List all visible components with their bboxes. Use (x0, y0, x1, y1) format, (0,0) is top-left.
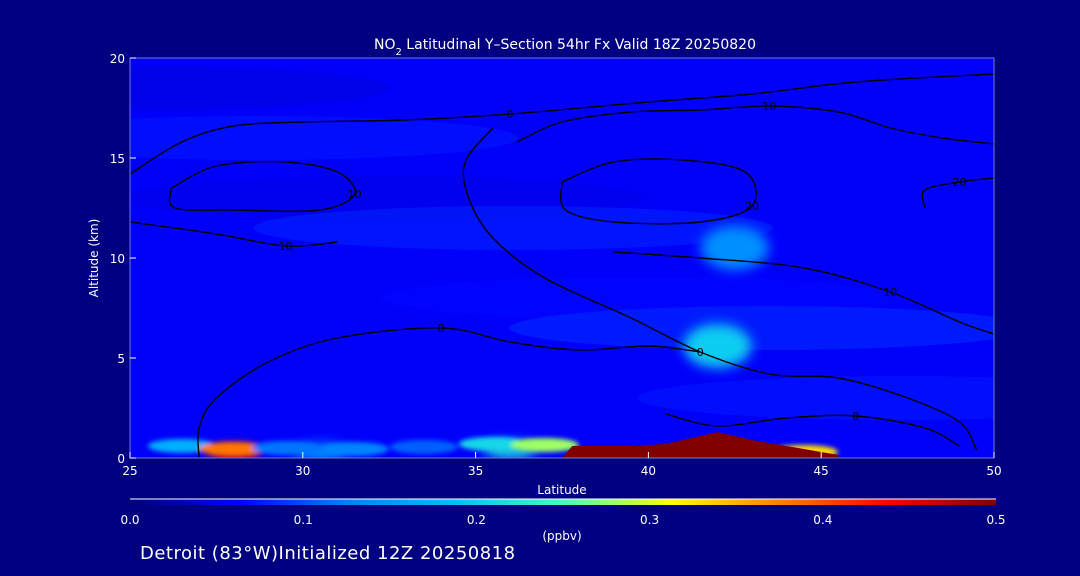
texture-band (509, 306, 994, 350)
chart-title: NO2 Latitudinal Y–Section 54hr Fx Valid … (374, 37, 756, 58)
plot-field: 0 0 0 0 10 10 10 10 20 20 (130, 58, 994, 458)
colorbar-ticks: 0.0 0.1 0.2 0.3 0.4 0.5 (120, 513, 1005, 527)
contour-label: 10 (279, 240, 293, 253)
surface-enhancement (251, 441, 320, 455)
colorbar-tick-label: 0.1 (294, 513, 313, 527)
surface-enhancement (320, 442, 389, 456)
x-tick-label: 45 (814, 464, 829, 478)
x-tick-label: 40 (641, 464, 656, 478)
texture-band (130, 116, 518, 160)
contour-label: 10 (762, 100, 776, 113)
colorbar-tick-label: 0.0 (120, 513, 139, 527)
colorbar-tick-label: 0.2 (467, 513, 486, 527)
colorbar-tick-label: 0.3 (640, 513, 659, 527)
x-tick-label: 25 (122, 464, 137, 478)
y-tick-label: 0 (117, 452, 125, 466)
contour-label: 10 (883, 286, 897, 299)
x-axis-label: Latitude (537, 483, 586, 497)
footer-run-info: Detroit (83°W)Initialized 12Z 20250818 (140, 543, 516, 564)
y-tick-label: 5 (117, 352, 125, 366)
colorbar-tick-label: 0.4 (813, 513, 832, 527)
y-axis-label: Altitude (km) (87, 219, 101, 298)
surface-enhancement (510, 438, 579, 452)
colorbar-tick-label: 0.5 (986, 513, 1005, 527)
contour-label: 0 (507, 108, 514, 121)
colorbar (130, 499, 996, 505)
texture-band (253, 206, 774, 250)
contour-label: 10 (348, 188, 362, 201)
x-tick-label: 35 (468, 464, 483, 478)
y-tick-label: 20 (110, 52, 125, 66)
surface-enhancement (389, 440, 458, 454)
contour-label: 20 (952, 176, 966, 189)
contour-label: 0 (438, 322, 445, 335)
colorbar-label: (ppbv) (542, 529, 581, 543)
contour-label: 20 (745, 200, 759, 213)
y-tick-label: 10 (110, 252, 125, 266)
no2-cross-section-chart: NO2 Latitudinal Y–Section 54hr Fx Valid … (87, 37, 1006, 543)
concentration-feature (700, 226, 769, 270)
concentration-feature (683, 324, 752, 368)
contour-label: 0 (697, 346, 704, 359)
contour-label: 0 (852, 410, 859, 423)
x-tick-label: 50 (986, 464, 1001, 478)
x-tick-label: 30 (295, 464, 310, 478)
y-tick-label: 15 (110, 152, 125, 166)
